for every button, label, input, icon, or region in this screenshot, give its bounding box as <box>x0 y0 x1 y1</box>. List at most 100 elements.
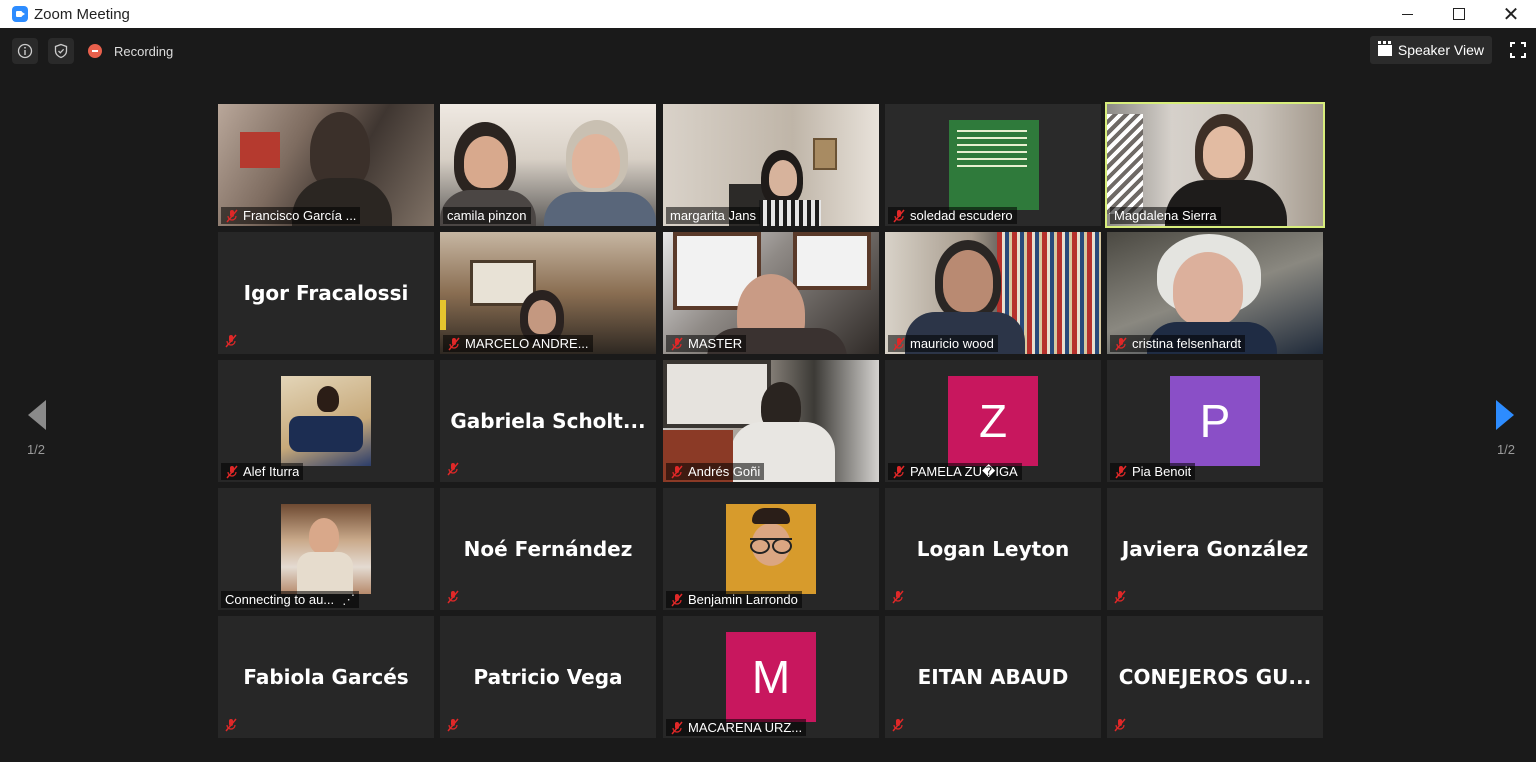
mic-muted-icon <box>447 462 459 476</box>
mic-muted-icon <box>225 718 237 732</box>
page-indicator-left: 1/2 <box>26 442 46 457</box>
participant-tile-active-speaker[interactable]: Magdalena Sierra <box>1105 102 1325 228</box>
participant-tile[interactable]: Javiera González <box>1107 488 1323 610</box>
participant-name-label: Magdalena Sierra <box>1110 207 1221 224</box>
mic-muted-icon <box>1114 718 1126 732</box>
participant-name-placeholder: Fabiola Garcés <box>243 665 409 689</box>
fullscreen-icon[interactable] <box>1510 42 1526 58</box>
profile-picture <box>281 376 371 466</box>
participant-name-placeholder: Gabriela Scholt... <box>450 409 646 433</box>
participant-tile[interactable]: Fabiola Garcés <box>218 616 434 738</box>
participant-name-label: MACARENA URZ... <box>666 719 807 736</box>
avatar: P <box>1170 376 1260 466</box>
info-icon <box>17 43 33 59</box>
mic-muted-icon <box>1115 465 1127 478</box>
participant-name-label: Andrés Goñi <box>666 463 765 480</box>
participant-tile[interactable]: Patricio Vega <box>440 616 656 738</box>
participant-name-label: mauricio wood <box>888 335 998 352</box>
mic-muted-icon <box>448 337 460 350</box>
participant-name-placeholder: Logan Leyton <box>916 537 1070 561</box>
maximize-icon <box>1453 8 1465 20</box>
profile-picture <box>726 504 816 594</box>
meeting-stage: Recording Speaker View 1/2 1/2 Francisco… <box>0 28 1536 762</box>
participant-name-label: Benjamin Larrondo <box>666 591 802 608</box>
mic-muted-icon <box>447 718 459 732</box>
arrow-right-icon <box>1496 400 1514 430</box>
mic-muted-icon <box>1114 590 1126 604</box>
participant-name-label: camila pinzon <box>443 207 531 224</box>
participant-tile[interactable]: Andrés Goñi <box>663 360 879 482</box>
mic-muted-icon <box>893 337 905 350</box>
participant-name-placeholder: Noé Fernández <box>463 537 633 561</box>
participant-tile[interactable]: Francisco García ... <box>218 104 434 226</box>
participant-name-label: MASTER <box>666 335 747 352</box>
participant-tile[interactable]: CONEJEROS GU... <box>1107 616 1323 738</box>
participant-name-label: Francisco García ... <box>221 207 361 224</box>
mic-muted-icon <box>671 337 683 350</box>
connecting-dots-icon: ⋰ <box>342 591 356 607</box>
next-page-nav[interactable]: 1/2 <box>1476 398 1536 457</box>
participant-name-label: MARCELO ANDRE... <box>443 335 593 352</box>
mic-muted-icon <box>447 590 459 604</box>
participant-tile[interactable]: cristina felsenhardt <box>1107 232 1323 354</box>
participant-tile[interactable]: Noé Fernández <box>440 488 656 610</box>
participant-tile[interactable]: mauricio wood <box>885 232 1101 354</box>
participant-tile[interactable]: Connecting to au... ⋰ <box>218 488 434 610</box>
mic-muted-icon <box>671 465 683 478</box>
participant-name-label: Alef Iturra <box>221 463 304 480</box>
participant-tile[interactable]: Benjamin Larrondo <box>663 488 879 610</box>
security-button[interactable] <box>48 38 74 64</box>
mic-muted-icon <box>893 209 905 222</box>
window-title: Zoom Meeting <box>34 5 130 23</box>
participant-tile[interactable]: margarita Jans <box>663 104 879 226</box>
minimize-icon <box>1401 13 1413 15</box>
participant-name-placeholder: Javiera González <box>1121 537 1309 561</box>
shield-icon <box>54 43 68 59</box>
zoom-app-icon <box>12 6 28 22</box>
arrow-left-icon <box>28 400 46 430</box>
meeting-info-button[interactable] <box>12 38 38 64</box>
participant-tile[interactable]: EITAN ABAUD <box>885 616 1101 738</box>
participant-tile[interactable]: camila pinzon <box>440 104 656 226</box>
participant-tile[interactable]: Alef Iturra <box>218 360 434 482</box>
participant-tile[interactable]: Logan Leyton <box>885 488 1101 610</box>
participant-tile[interactable]: Gabriela Scholt... <box>440 360 656 482</box>
avatar: Z <box>948 376 1038 466</box>
close-button[interactable]: ✕ <box>1486 0 1536 28</box>
minimize-button[interactable] <box>1382 0 1432 28</box>
mic-muted-icon <box>892 590 904 604</box>
participant-tile[interactable]: P Pia Benoit <box>1107 360 1323 482</box>
speaker-view-icon <box>1377 40 1392 56</box>
recording-label: Recording <box>114 43 174 59</box>
close-icon: ✕ <box>1502 3 1520 26</box>
recording-indicator[interactable]: Recording <box>88 38 173 64</box>
speaker-view-label: Speaker View <box>1397 42 1484 58</box>
speaker-view-button[interactable]: Speaker View <box>1369 36 1492 64</box>
maximize-button[interactable] <box>1434 0 1484 28</box>
page-indicator-right: 1/2 <box>1496 442 1516 457</box>
participant-name-placeholder: Igor Fracalossi <box>243 281 409 305</box>
participant-name-label: Pia Benoit <box>1110 463 1196 480</box>
participant-tile[interactable]: Igor Fracalossi <box>218 232 434 354</box>
mic-muted-icon <box>226 209 238 222</box>
participant-name-label: PAMELA ZU�IGA <box>888 463 1022 480</box>
participant-name-placeholder: Patricio Vega <box>473 665 623 689</box>
mic-muted-icon <box>892 718 904 732</box>
previous-page-nav[interactable]: 1/2 <box>6 398 66 457</box>
mic-muted-icon <box>225 334 237 348</box>
mic-muted-icon <box>671 721 683 734</box>
participant-name-label: cristina felsenhardt <box>1110 335 1246 352</box>
shared-book-cover <box>949 120 1039 210</box>
window-titlebar: Zoom Meeting ✕ <box>0 0 1536 28</box>
participant-name-placeholder: EITAN ABAUD <box>917 665 1069 689</box>
avatar: M <box>726 632 816 722</box>
participant-name-placeholder: CONEJEROS GU... <box>1118 665 1312 689</box>
mic-muted-icon <box>226 465 238 478</box>
participant-tile[interactable]: soledad escudero <box>885 104 1101 226</box>
participant-tile[interactable]: M MACARENA URZ... <box>663 616 879 738</box>
participant-tile[interactable]: Z PAMELA ZU�IGA <box>885 360 1101 482</box>
participant-tile[interactable]: MASTER <box>663 232 879 354</box>
participant-tile[interactable]: MARCELO ANDRE... <box>440 232 656 354</box>
participant-name-label: soledad escudero <box>888 207 1017 224</box>
participant-name-label: Connecting to au... ⋰ <box>221 591 360 608</box>
